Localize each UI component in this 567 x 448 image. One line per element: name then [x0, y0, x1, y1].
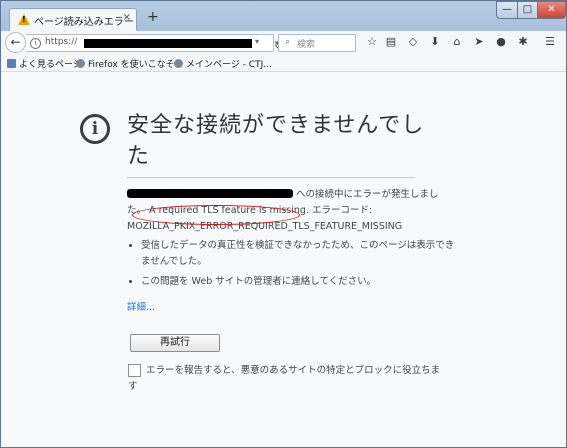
reading-list-icon[interactable]: ▤	[384, 35, 398, 48]
close-window-button[interactable]: ✕	[537, 1, 566, 19]
page-title: 安全な接続ができませんでした	[127, 113, 425, 169]
reason-list: 受信したデータの真正性を検証できなかったため、このページは表示できませんでした。…	[129, 238, 459, 294]
chat-icon[interactable]: ●	[494, 35, 508, 48]
extension-icon[interactable]: ✱	[516, 35, 530, 48]
address-bar[interactable]: i https:// ▾ ↻	[26, 34, 283, 52]
search-placeholder: 検索	[297, 40, 316, 50]
title-bar: ページ読み込みエラー × + — □ ✕	[1, 1, 566, 31]
minimize-button[interactable]: —	[496, 1, 518, 19]
redacted-hostname	[127, 189, 293, 198]
warning-icon	[18, 14, 30, 25]
advanced-link[interactable]: 詳細...	[127, 299, 155, 313]
send-icon[interactable]: ➤	[472, 35, 486, 48]
highlight-ellipse	[132, 205, 300, 225]
globe-icon	[174, 59, 183, 68]
home-icon[interactable]: ⌂	[450, 35, 464, 48]
bookmarks-toolbar: よく見るページ Firefox を使いこなそう メインページ - CTJ...	[1, 55, 566, 72]
tab-close-icon[interactable]: ×	[123, 12, 131, 23]
pocket-icon[interactable]: ◇	[406, 35, 420, 48]
menu-icon[interactable]: ☰	[543, 35, 557, 48]
report-label: エラーを報告すると、悪意のあるサイトの特定とブロックに役立ちます	[128, 365, 441, 392]
divider	[127, 177, 415, 178]
url-scheme: https://	[45, 37, 78, 47]
info-icon: i	[80, 114, 110, 144]
browser-window: ページ読み込みエラー × + — □ ✕ ← i https:// ▾ ↻ ⌕ …	[0, 0, 567, 448]
redacted-url	[84, 39, 252, 48]
error-page: i 安全な接続ができませんでした への接続中にエラーが発生しました。 A req…	[1, 72, 566, 447]
folder-icon	[7, 59, 16, 68]
site-info-icon[interactable]: i	[30, 38, 41, 49]
search-icon: ⌕	[285, 37, 291, 47]
search-input[interactable]: ⌕ 検索	[278, 34, 356, 52]
bookmark-label: メインページ - CTJ...	[186, 60, 272, 70]
url-dropdown-icon[interactable]: ▾	[255, 37, 259, 46]
list-item: この問題を Web サイトの管理者に連絡してください。	[141, 274, 459, 290]
star-icon[interactable]: ☆	[365, 35, 379, 48]
new-tab-button[interactable]: +	[147, 9, 159, 25]
bookmark-label: Firefox を使いこなそう	[88, 60, 184, 70]
tab-title: ページ読み込みエラー	[34, 17, 134, 28]
bookmark-firefox[interactable]: Firefox を使いこなそう	[76, 57, 184, 70]
maximize-button[interactable]: □	[517, 1, 538, 19]
bookmark-frequent[interactable]: よく見るページ	[7, 57, 82, 70]
download-icon[interactable]: ⬇	[428, 35, 442, 48]
globe-icon	[76, 59, 85, 68]
list-item: 受信したデータの真正性を検証できなかったため、このページは表示できませんでした。	[141, 238, 459, 270]
bookmark-mainpage[interactable]: メインページ - CTJ...	[174, 57, 272, 70]
bookmark-label: よく見るページ	[19, 60, 82, 70]
back-button[interactable]: ←	[5, 32, 26, 53]
retry-button[interactable]: 再試行	[130, 334, 220, 352]
browser-tab[interactable]: ページ読み込みエラー ×	[9, 8, 137, 31]
